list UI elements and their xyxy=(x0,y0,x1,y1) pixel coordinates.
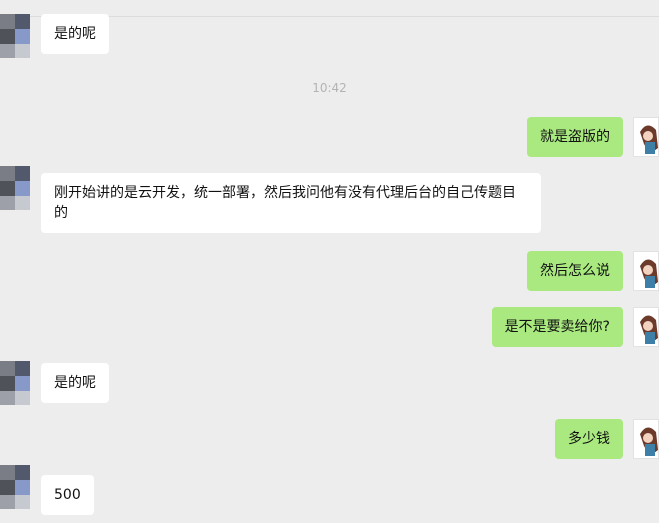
self-avatar[interactable] xyxy=(633,307,659,347)
pixelated-avatar-icon xyxy=(0,465,30,509)
message-bubble-incoming[interactable]: 是的呢 xyxy=(41,363,109,403)
message-text: 多少钱 xyxy=(568,431,610,447)
pixelated-avatar-icon xyxy=(0,166,30,210)
message-text: 然后怎么说 xyxy=(540,263,610,279)
message-bubble-outgoing[interactable]: 多少钱 xyxy=(555,419,623,459)
message-bubble-outgoing[interactable]: 然后怎么说 xyxy=(527,251,623,291)
message-bubble-incoming[interactable]: 是的呢 xyxy=(41,14,109,54)
message-bubble-outgoing[interactable]: 是不是要卖给你? xyxy=(491,307,623,347)
anime-girl-avatar-icon xyxy=(640,259,658,288)
message-text: 刚开始讲的是云开发，统一部署，然后我问他有没有代理后台的自己传题目的 xyxy=(54,185,516,221)
anime-girl-avatar-icon xyxy=(640,427,658,456)
anime-girl-avatar-icon xyxy=(640,125,658,154)
message-text: 是的呢 xyxy=(54,375,96,391)
contact-avatar[interactable] xyxy=(0,465,30,509)
message-text: 就是盗版的 xyxy=(540,129,610,145)
pixelated-avatar-icon xyxy=(0,361,30,405)
anime-girl-avatar-icon xyxy=(640,315,658,344)
message-text: 是不是要卖给你? xyxy=(504,319,610,335)
message-bubble-incoming[interactable]: 刚开始讲的是云开发，统一部署，然后我问他有没有代理后台的自己传题目的 xyxy=(41,173,541,233)
message-bubble-outgoing[interactable]: 就是盗版的 xyxy=(527,117,623,157)
contact-avatar[interactable] xyxy=(0,166,30,210)
message-text: 500 xyxy=(54,487,81,503)
message-timestamp: 10:42 xyxy=(312,81,347,95)
self-avatar[interactable] xyxy=(633,251,659,291)
contact-avatar[interactable] xyxy=(0,361,30,405)
message-text: 是的呢 xyxy=(54,26,96,42)
pixelated-avatar-icon xyxy=(0,14,30,58)
contact-avatar[interactable] xyxy=(0,14,30,58)
self-avatar[interactable] xyxy=(633,117,659,157)
message-bubble-incoming[interactable]: 500 xyxy=(41,475,94,515)
self-avatar[interactable] xyxy=(633,419,659,459)
